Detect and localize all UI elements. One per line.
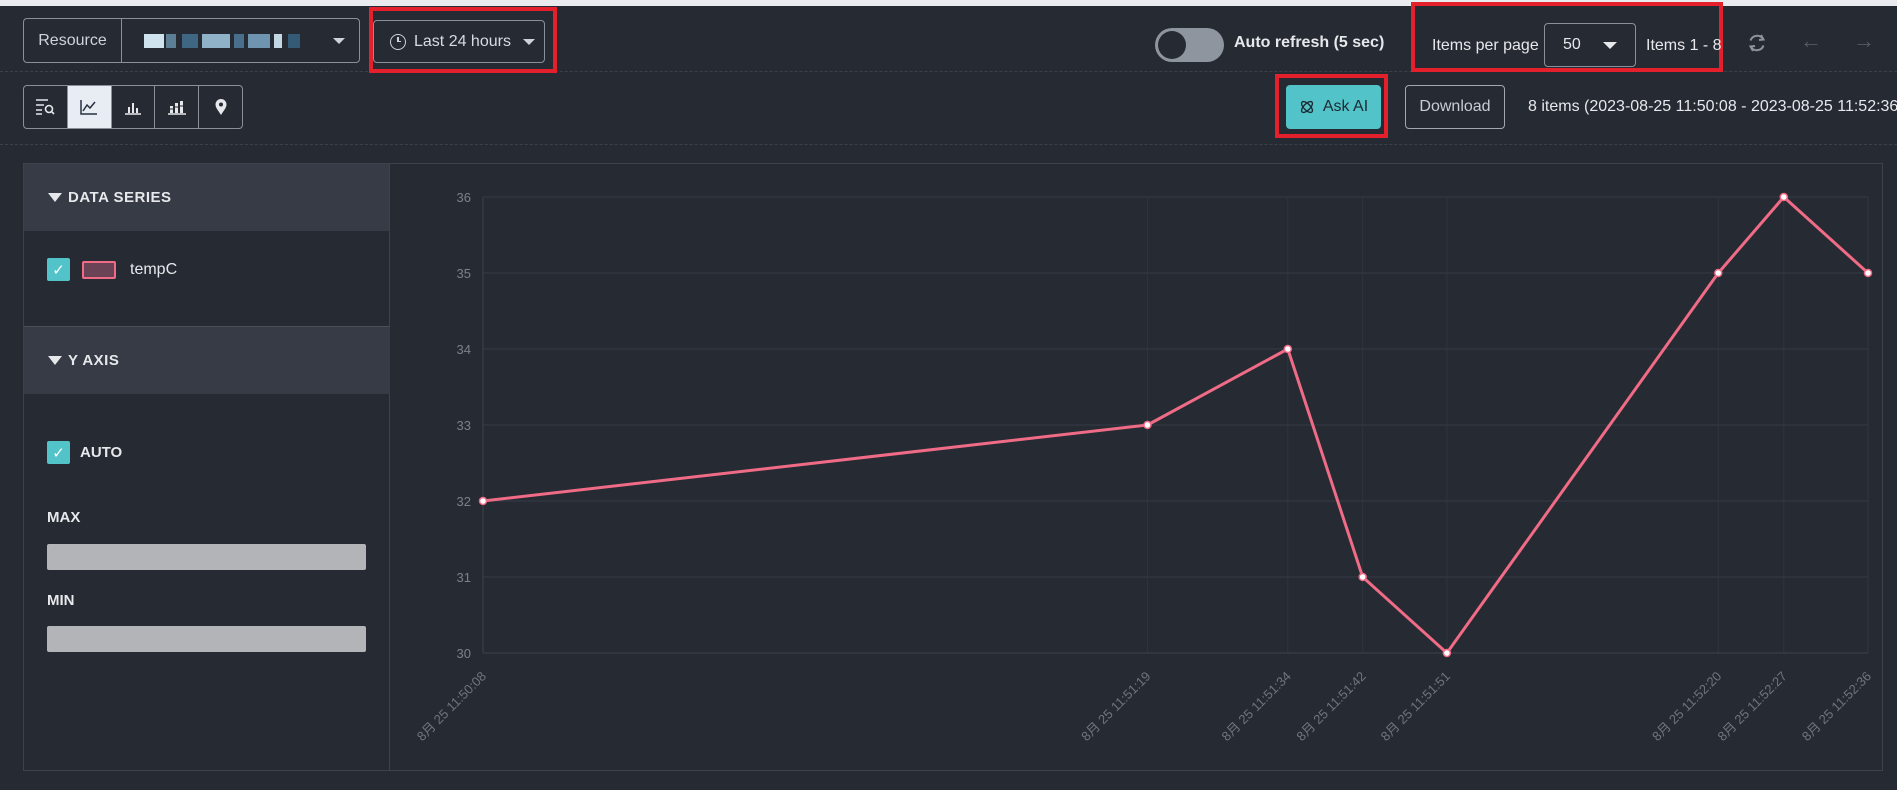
- y-tick-label: 33: [457, 418, 471, 433]
- time-range-label: Last 24 hours: [414, 32, 511, 50]
- series-checkbox[interactable]: ✓: [47, 258, 70, 281]
- x-tick-label: 8月 25 11:52:27: [1715, 669, 1790, 744]
- chart-settings-sidebar: DATA SERIES ✓ tempC Y AXIS ✓ AUTO MAX MI…: [24, 164, 390, 770]
- y-tick-label: 34: [457, 342, 471, 357]
- clock-icon: [390, 33, 406, 50]
- min-input[interactable]: [47, 626, 366, 652]
- auto-refresh-label: Auto refresh (5 sec): [1234, 34, 1385, 51]
- ask-ai-label: Ask AI: [1322, 98, 1369, 115]
- bar-chart-view-button[interactable]: [112, 86, 156, 128]
- arrow-right-icon[interactable]: →: [1853, 30, 1875, 52]
- items-per-page-label: Items per page: [1432, 37, 1539, 54]
- ai-atom-icon: [1300, 100, 1313, 114]
- items-per-page-value: 50: [1563, 36, 1581, 53]
- max-input[interactable]: [47, 544, 366, 570]
- data-point: [1283, 344, 1293, 354]
- x-tick-label: 8月 25 11:51:51: [1378, 669, 1453, 744]
- data-point: [1714, 268, 1723, 278]
- arrow-left-icon[interactable]: ←: [1800, 30, 1822, 52]
- ask-ai-button[interactable]: Ask AI: [1286, 85, 1381, 129]
- auto-label: AUTO: [80, 444, 123, 461]
- line-chart-icon: [80, 100, 98, 115]
- x-tick-label: 8月 25 11:51:34: [1219, 669, 1294, 744]
- series-color-swatch: [82, 260, 116, 279]
- y-tick-label: 35: [457, 266, 471, 281]
- resource-value-redacted: [122, 19, 359, 62]
- time-range-dropdown[interactable]: Last 24 hours: [373, 20, 545, 63]
- y-axis-auto-option[interactable]: ✓ AUTO: [47, 441, 122, 464]
- table-view-button[interactable]: [24, 86, 68, 128]
- chart-panel: DATA SERIES ✓ tempC Y AXIS ✓ AUTO MAX MI…: [23, 163, 1883, 771]
- resource-label: Resource: [24, 19, 122, 62]
- series-item[interactable]: ✓ tempC: [47, 258, 177, 281]
- auto-refresh-toggle[interactable]: [1155, 28, 1224, 62]
- download-button[interactable]: Download: [1405, 85, 1505, 129]
- data-point: [1358, 572, 1367, 582]
- data-point: [1779, 192, 1789, 202]
- resource-selector[interactable]: Resource: [23, 18, 360, 63]
- x-tick-label: 8月 25 11:51:42: [1293, 669, 1368, 744]
- table-search-icon: [36, 99, 55, 115]
- data-point: [1143, 420, 1152, 430]
- chevron-down-icon: [522, 38, 535, 45]
- max-label: MAX: [47, 509, 81, 526]
- items-per-page-select[interactable]: 50: [1544, 23, 1636, 67]
- bar-chart-icon: [124, 103, 141, 115]
- map-pin-icon: [215, 99, 227, 115]
- view-mode-group: [23, 85, 243, 129]
- y-tick-label: 32: [457, 494, 471, 509]
- x-tick-label: 8月 25 11:50:08: [414, 669, 489, 744]
- y-axis-title: Y AXIS: [68, 352, 120, 369]
- data-point: [1863, 268, 1873, 278]
- y-tick-label: 31: [457, 570, 471, 585]
- items-range: Items 1 - 8: [1646, 37, 1722, 54]
- resource-dropdown-icon[interactable]: [333, 38, 345, 44]
- line-chart: 30 31 32 33 34 35 36 8月 25 11:50:08 8月 25 11:51:…: [414, 190, 1874, 744]
- data-series-header[interactable]: DATA SERIES: [24, 164, 389, 231]
- y-tick-label: 36: [457, 190, 471, 205]
- view-toolbar: Ask AI Download 8 items (2023-08-25 11:5…: [0, 73, 1897, 145]
- map-view-button[interactable]: [199, 86, 242, 128]
- series-label: tempC: [130, 260, 178, 278]
- collapse-triangle-icon: [48, 356, 62, 365]
- min-label: MIN: [47, 592, 75, 609]
- stacked-bar-view-button[interactable]: [155, 86, 200, 128]
- refresh-icon[interactable]: [1746, 32, 1768, 58]
- y-tick-label: 30: [457, 646, 471, 661]
- collapse-triangle-icon: [48, 193, 62, 202]
- stacked-bar-icon: [167, 101, 186, 115]
- line-chart-view-button[interactable]: [67, 86, 112, 128]
- data-point: [1442, 648, 1452, 658]
- top-toolbar: Resource Last 24 hours Auto refresh (5 s…: [0, 2, 1897, 73]
- items-summary: 8 items (2023-08-25 11:50:08 - 2023-08-2…: [1528, 98, 1897, 115]
- x-tick-label: 8月 25 11:51:19: [1078, 669, 1153, 744]
- x-tick-label: 8月 25 11:52:20: [1649, 669, 1724, 744]
- data-point: [478, 496, 488, 506]
- data-series-title: DATA SERIES: [68, 189, 172, 206]
- chevron-down-icon: [1603, 42, 1617, 49]
- y-axis-header[interactable]: Y AXIS: [24, 327, 390, 394]
- auto-checkbox[interactable]: ✓: [47, 441, 70, 464]
- x-tick-label: 8月 25 11:52:36: [1799, 669, 1874, 744]
